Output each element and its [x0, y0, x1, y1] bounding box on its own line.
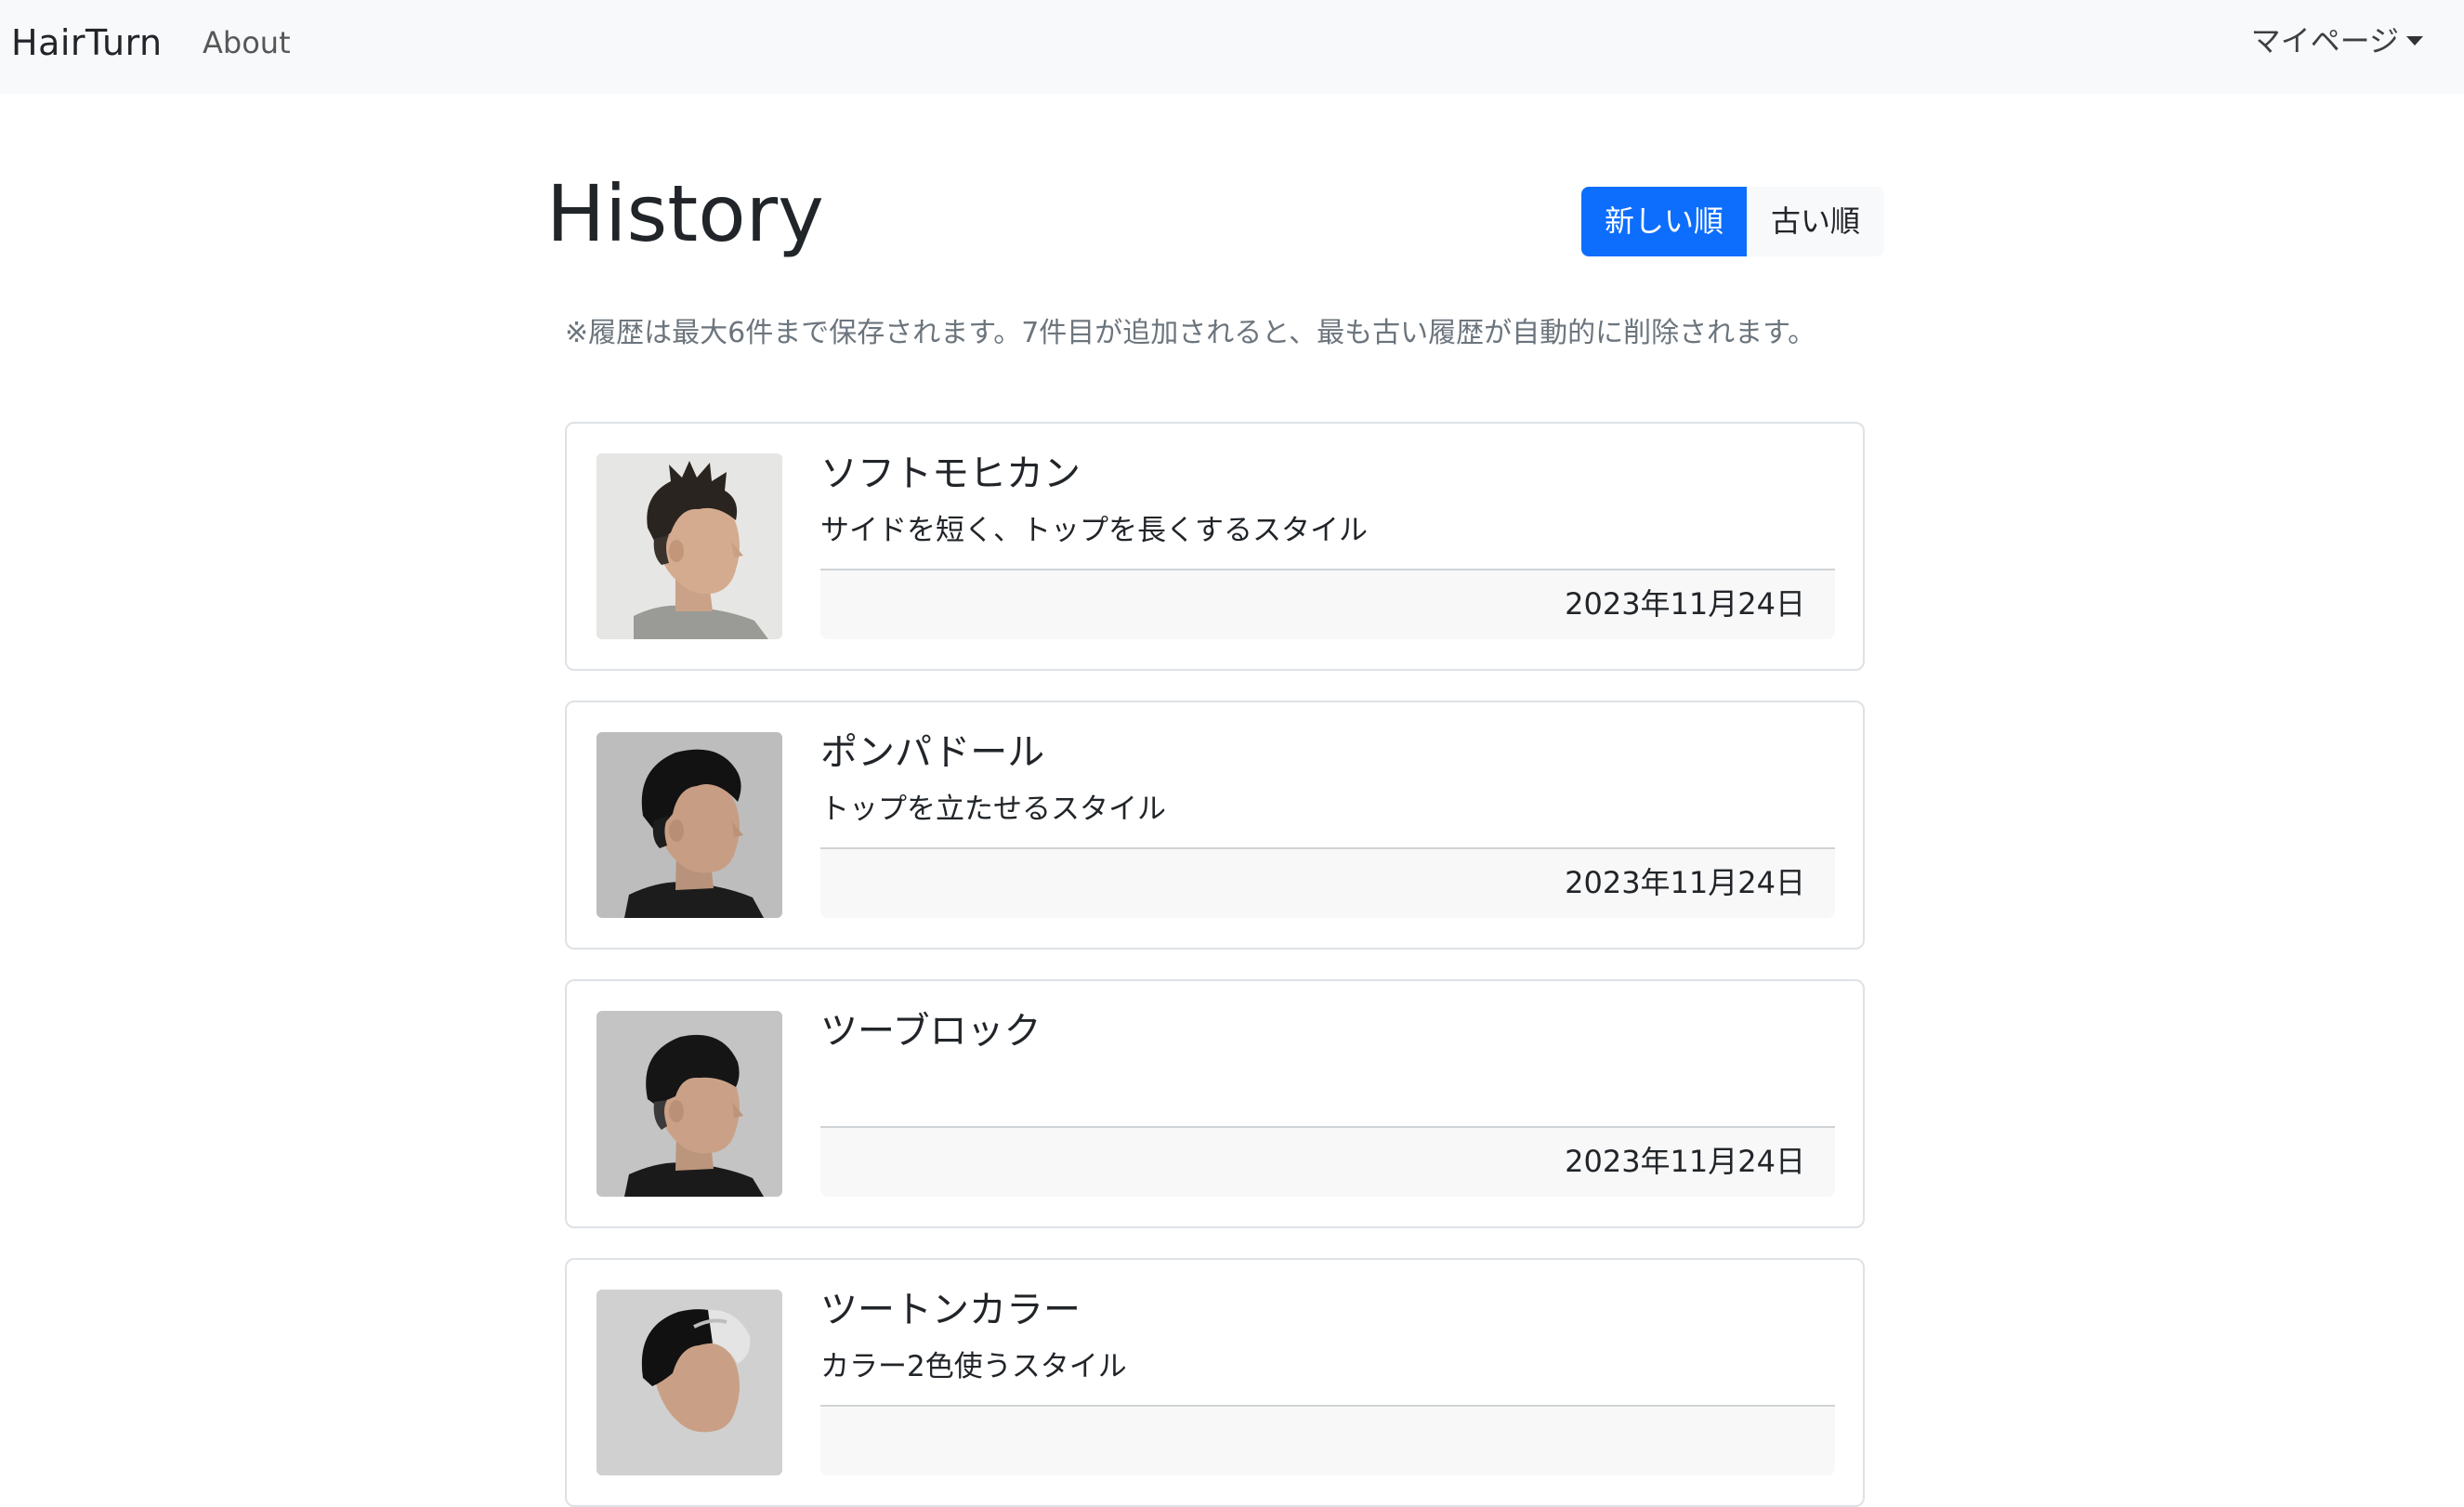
- hairstyle-thumbnail: [596, 732, 782, 918]
- card-footer: 2023年11月24日: [820, 569, 1835, 639]
- history-date: 2023年11月24日: [1565, 1144, 1805, 1179]
- hairstyle-description: カラー2色使うスタイル: [820, 1350, 1127, 1383]
- card-footer: 2023年11月24日: [820, 1126, 1835, 1197]
- sort-newest-button[interactable]: 新しい順: [1581, 187, 1747, 256]
- navbar: HairTurn About マイページ: [0, 0, 2464, 94]
- hairstyle-description: トップを立たせるスタイル: [820, 793, 1166, 826]
- brand-link[interactable]: HairTurn: [11, 17, 163, 69]
- card-footer: [820, 1405, 1835, 1475]
- hairstyle-description: サイドを短く、トップを長くするスタイル: [820, 514, 1368, 547]
- history-card[interactable]: ツートンカラー カラー2色使うスタイル: [565, 1258, 1865, 1507]
- caret-down-icon: [2406, 36, 2423, 46]
- history-card[interactable]: ポンパドール トップを立たせるスタイル 2023年11月24日: [565, 701, 1865, 950]
- history-date: 2023年11月24日: [1565, 865, 1805, 900]
- history-card[interactable]: ツーブロック 2023年11月24日: [565, 979, 1865, 1228]
- sort-button-group: 新しい順 古い順: [1581, 187, 1884, 256]
- mypage-dropdown[interactable]: マイページ: [2251, 19, 2423, 63]
- history-date: 2023年11月24日: [1565, 586, 1805, 622]
- hairstyle-title: ソフトモヒカン: [820, 452, 1081, 495]
- page-title: History: [546, 168, 824, 259]
- hairstyle-thumbnail: [596, 1290, 782, 1475]
- hairstyle-thumbnail: [596, 1011, 782, 1197]
- nav-about-link[interactable]: About: [203, 20, 291, 65]
- hairstyle-title: ツートンカラー: [820, 1289, 1081, 1331]
- mypage-label: マイページ: [2250, 23, 2399, 59]
- hairstyle-title: ツーブロック: [820, 1010, 1042, 1053]
- hairstyle-title: ポンパドール: [820, 731, 1045, 774]
- hairstyle-thumbnail: [596, 453, 782, 639]
- history-limit-note: ※履歴は最大6件まで保存されます。7件目が追加されると、最も古い履歴が自動的に削…: [565, 317, 1816, 349]
- history-card[interactable]: ソフトモヒカン サイドを短く、トップを長くするスタイル 2023年11月24日: [565, 422, 1865, 671]
- card-footer: 2023年11月24日: [820, 847, 1835, 918]
- sort-oldest-button[interactable]: 古い順: [1747, 187, 1884, 256]
